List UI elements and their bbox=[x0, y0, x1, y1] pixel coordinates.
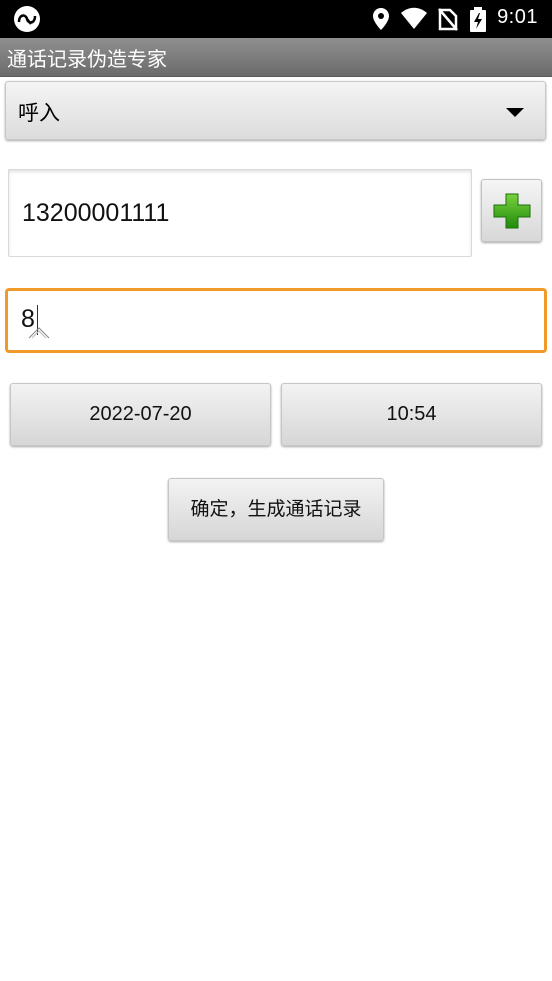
duration-input[interactable]: 8 bbox=[5, 288, 547, 353]
date-picker-button[interactable]: 2022-07-20 bbox=[10, 383, 271, 446]
app-title: 通话记录伪造专家 bbox=[7, 47, 167, 71]
call-type-selected: 呼入 bbox=[18, 101, 60, 125]
generate-call-log-button[interactable]: 确定，生成通话记录 bbox=[168, 478, 384, 541]
add-contact-button[interactable] bbox=[481, 179, 542, 242]
no-sim-icon bbox=[438, 8, 458, 31]
battery-charging-icon bbox=[470, 7, 486, 32]
wifi-icon bbox=[401, 7, 427, 29]
app-title-bar: 通话记录伪造专家 bbox=[0, 38, 552, 77]
app-notification-icon bbox=[14, 6, 40, 32]
caret-handle-icon[interactable] bbox=[28, 325, 50, 339]
plus-icon bbox=[493, 193, 531, 229]
phone-number-value: 13200001111 bbox=[22, 199, 170, 227]
status-time: 9:01 bbox=[497, 6, 538, 28]
status-bar: 9:01 bbox=[0, 0, 552, 38]
dropdown-arrow-icon bbox=[506, 108, 524, 117]
call-type-dropdown[interactable]: 呼入 bbox=[5, 81, 546, 140]
phone-number-input[interactable]: 13200001111 bbox=[8, 169, 472, 257]
location-icon bbox=[373, 8, 389, 30]
time-picker-button[interactable]: 10:54 bbox=[281, 383, 542, 446]
